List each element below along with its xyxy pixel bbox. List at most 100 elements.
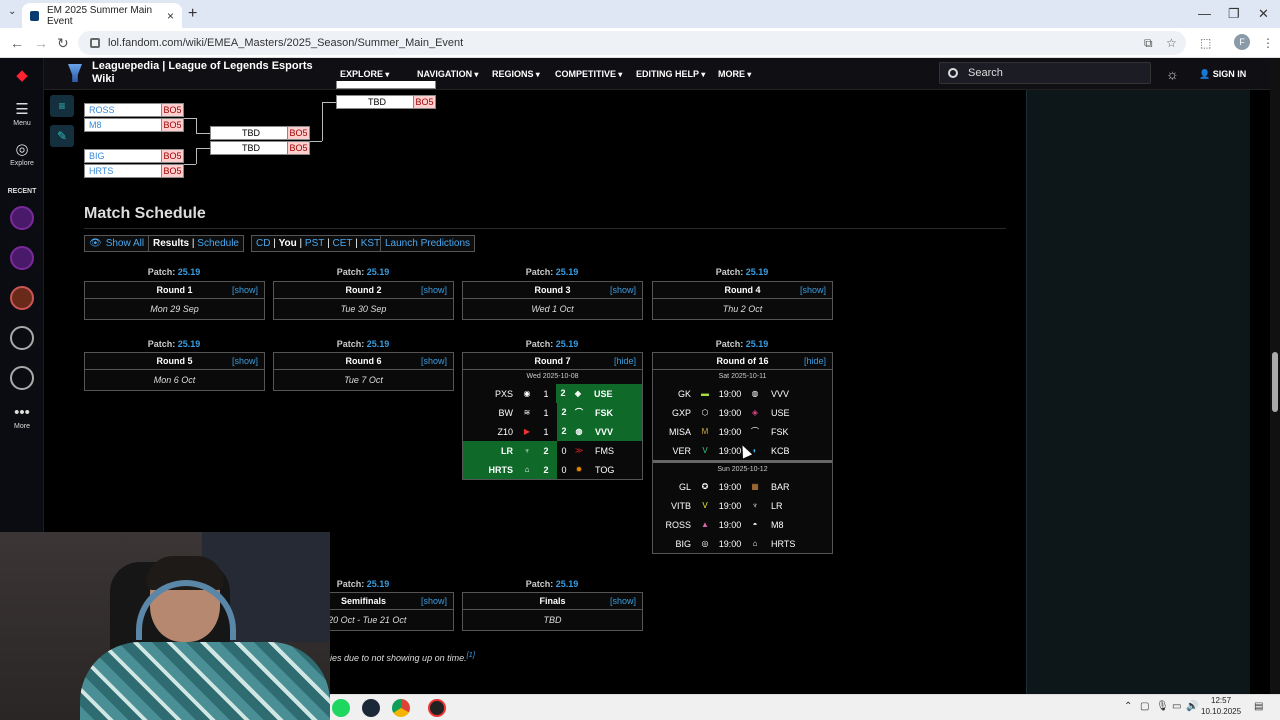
search-field[interactable]: Search: [939, 62, 1151, 84]
toc-icon[interactable]: ≡: [50, 95, 74, 117]
patch-link[interactable]: 25.19: [556, 579, 579, 589]
site-title[interactable]: Leaguepedia | League of Legends Esports …: [92, 60, 322, 86]
chrome-icon[interactable]: [392, 699, 410, 717]
bracket-team-m8[interactable]: M8: [85, 120, 161, 130]
tz-kst[interactable]: KST: [361, 238, 380, 249]
patch-link[interactable]: 25.19: [367, 267, 390, 277]
timezone-toggle[interactable]: CD | You | PST | CET | KST: [251, 235, 386, 252]
site-info-icon[interactable]: [90, 38, 100, 48]
match-row[interactable]: MISA M 19:00 ⌒ FSK: [653, 422, 832, 441]
menu-regions[interactable]: REGIONS: [492, 69, 540, 79]
match-row[interactable]: VITB V 19:00 ♆ LR: [653, 496, 832, 515]
match-row[interactable]: BW ≋ 1 2 ⌒ FSK: [463, 403, 642, 422]
bookmark-star-icon[interactable]: ☆: [1166, 36, 1177, 50]
rail-more-button[interactable]: ••• More: [0, 404, 44, 430]
browser-menu-icon[interactable]: ⋮: [1262, 36, 1274, 50]
translate-icon[interactable]: ⧉: [1144, 36, 1153, 51]
recent-wiki-2[interactable]: [10, 246, 34, 270]
tab-search-icon[interactable]: ⌄: [8, 6, 16, 17]
notifications-icon[interactable]: ▤: [1254, 701, 1263, 712]
patch-link[interactable]: 25.19: [178, 267, 201, 277]
forward-icon[interactable]: →: [34, 35, 48, 51]
show-toggle[interactable]: [show]: [421, 593, 447, 610]
hide-toggle[interactable]: [hide]: [614, 353, 636, 370]
hide-toggle[interactable]: [hide]: [804, 353, 826, 370]
fandom-logo-icon[interactable]: ◆: [0, 66, 44, 86]
team2[interactable]: KCB: [763, 446, 790, 456]
maximize-icon[interactable]: ❐: [1228, 6, 1240, 22]
edit-pencil-icon[interactable]: ✎: [50, 125, 74, 147]
team2[interactable]: M8: [763, 520, 784, 530]
taskbar-clock[interactable]: 12:57 10.10.2025: [1201, 695, 1241, 717]
team2[interactable]: BAR: [763, 482, 790, 492]
show-all-button[interactable]: 👁 Show All: [84, 235, 150, 252]
results-option[interactable]: Results: [153, 238, 189, 249]
match-row[interactable]: HRTS ⌂ 2 0 ✹ TOG: [463, 460, 642, 479]
patch-link[interactable]: 25.19: [178, 339, 201, 349]
tz-pst[interactable]: PST: [305, 238, 324, 249]
team1[interactable]: VER: [653, 446, 697, 456]
match-row[interactable]: ROSS ▲ 19:00 ◓ M8: [653, 515, 832, 534]
team1[interactable]: PXS: [463, 389, 519, 399]
reload-icon[interactable]: ↻: [57, 35, 69, 52]
menu-editing-help[interactable]: EDITING HELP: [636, 69, 705, 79]
patch-link[interactable]: 25.19: [556, 267, 579, 277]
address-bar[interactable]: lol.fandom.com/wiki/EMEA_Masters/2025_Se…: [78, 31, 1186, 55]
tz-you[interactable]: You: [279, 238, 297, 249]
team2[interactable]: FMS: [587, 446, 614, 456]
team1[interactable]: GXP: [653, 408, 697, 418]
team2[interactable]: VVV: [587, 427, 613, 437]
team2[interactable]: USE: [763, 408, 790, 418]
team1[interactable]: HRTS: [463, 465, 519, 475]
team1[interactable]: MISA: [653, 427, 697, 437]
tray-mic-icon[interactable]: 🎙: [1156, 701, 1169, 712]
profile-avatar[interactable]: F: [1234, 34, 1250, 50]
leaguepedia-logo-icon[interactable]: [68, 64, 82, 82]
schedule-option[interactable]: Schedule: [197, 238, 239, 249]
show-toggle[interactable]: [show]: [421, 282, 447, 299]
show-toggle[interactable]: [show]: [610, 593, 636, 610]
menu-competitive[interactable]: COMPETITIVE: [555, 69, 622, 79]
menu-explore[interactable]: EXPLORE: [340, 69, 389, 79]
patch-link[interactable]: 25.19: [746, 339, 769, 349]
team1[interactable]: GL: [653, 482, 697, 492]
theme-toggle-icon[interactable]: ☼: [1166, 66, 1179, 82]
extensions-icon[interactable]: ⬚: [1200, 36, 1211, 50]
recent-wiki-1[interactable]: [10, 206, 34, 230]
bracket-team-big[interactable]: BIG: [85, 151, 161, 161]
bracket-team-ross[interactable]: ROSS: [85, 105, 161, 115]
match-row[interactable]: GK ▬ 19:00 ◍ VVV: [653, 384, 832, 403]
recent-wiki-4[interactable]: [10, 326, 34, 350]
show-toggle[interactable]: [show]: [421, 353, 447, 370]
team1[interactable]: ROSS: [653, 520, 697, 530]
match-row[interactable]: LR ♆ 2 0 ≫ FMS: [463, 441, 642, 460]
bracket-team-hrts[interactable]: HRTS: [85, 166, 161, 176]
match-row[interactable]: PXS ◉ 1 2 ◈ USE: [463, 384, 642, 403]
match-row[interactable]: GL ✪ 19:00 ▦ BAR: [653, 477, 832, 496]
recent-wiki-5[interactable]: [10, 366, 34, 390]
match-row[interactable]: BIG ◎ 19:00 ⌂ HRTS: [653, 534, 832, 553]
recent-wiki-3[interactable]: [10, 286, 34, 310]
tray-chevron-icon[interactable]: ⌃: [1124, 701, 1132, 712]
close-window-icon[interactable]: ✕: [1258, 6, 1269, 22]
spotify-icon[interactable]: [332, 699, 350, 717]
patch-link[interactable]: 25.19: [367, 339, 390, 349]
steam-icon[interactable]: [362, 699, 380, 717]
team1[interactable]: GK: [653, 389, 697, 399]
tray-volume-icon[interactable]: 🔊: [1186, 701, 1198, 712]
team1[interactable]: BIG: [653, 539, 697, 549]
browser-tab[interactable]: EM 2025 Summer Main Event ×: [22, 3, 182, 28]
team2[interactable]: TOG: [587, 465, 614, 475]
menu-navigation[interactable]: NAVIGATION: [417, 69, 478, 79]
tray-device-icon[interactable]: ▢: [1140, 701, 1149, 712]
close-tab-icon[interactable]: ×: [167, 9, 174, 23]
rail-explore-button[interactable]: ◎ Explore: [0, 140, 44, 167]
tz-cet[interactable]: CET: [333, 238, 353, 249]
show-toggle[interactable]: [show]: [232, 282, 258, 299]
team2[interactable]: FSK: [763, 427, 789, 437]
patch-link[interactable]: 25.19: [746, 267, 769, 277]
show-toggle[interactable]: [show]: [610, 282, 636, 299]
minimize-icon[interactable]: —: [1198, 6, 1211, 21]
rail-menu-button[interactable]: ☰ Menu: [0, 100, 44, 127]
team1[interactable]: BW: [463, 408, 519, 418]
